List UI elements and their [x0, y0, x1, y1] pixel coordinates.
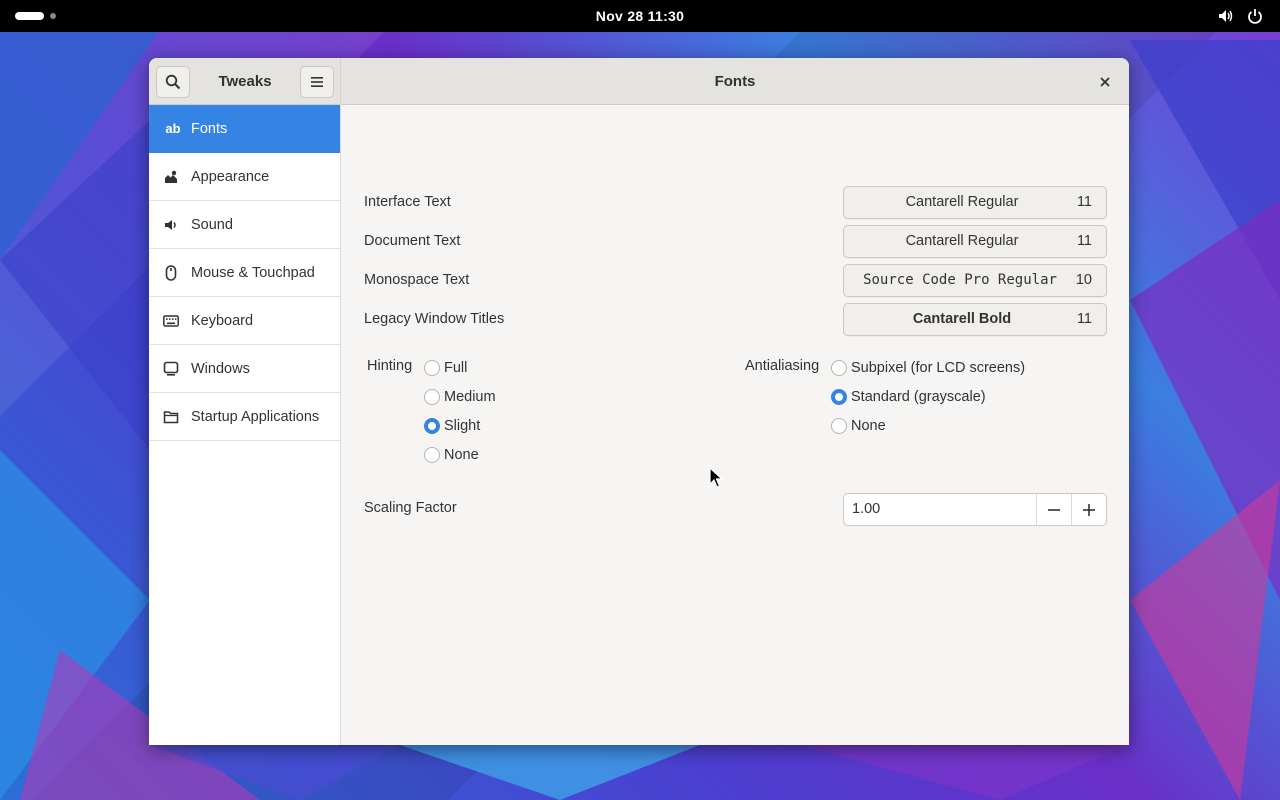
sidebar-item-keyboard[interactable]: Keyboard — [149, 297, 340, 345]
radio-label: Full — [444, 360, 468, 376]
scaling-factor-input[interactable]: 1.00 — [852, 494, 880, 525]
sidebar-item-appearance[interactable]: Appearance — [149, 153, 340, 201]
antialiasing-option-standard[interactable]: Standard (grayscale) — [831, 387, 986, 407]
sidebar-item-label: Windows — [191, 360, 250, 377]
speaker-icon — [163, 217, 179, 233]
hinting-option-none[interactable]: None — [424, 445, 479, 465]
folder-icon — [163, 409, 179, 425]
search-icon — [165, 74, 181, 90]
minus-icon — [1048, 508, 1060, 511]
document-text-font-button[interactable]: Cantarell Regular 11 — [843, 225, 1107, 258]
radio-button[interactable] — [831, 360, 847, 376]
radio-button[interactable] — [424, 447, 440, 463]
font-size: 11 — [1076, 194, 1092, 210]
top-bar: Nov 28 11:30 — [0, 0, 1280, 32]
sidebar-item-sound[interactable]: Sound — [149, 201, 340, 249]
font-size: 11 — [1076, 233, 1092, 249]
radio-button-checked[interactable] — [831, 389, 847, 405]
sidebar-item-mouse-touchpad[interactable]: Mouse & Touchpad — [149, 249, 340, 297]
mouse-icon — [163, 264, 179, 281]
radio-label: Slight — [444, 418, 481, 434]
volume-icon[interactable] — [1218, 8, 1234, 24]
font-name: Source Code Pro Regular — [863, 272, 1057, 288]
document-text-label: Document Text — [364, 233, 461, 249]
menu-button[interactable] — [300, 66, 334, 98]
sidebar-item-label: Startup Applications — [191, 408, 320, 425]
radio-button[interactable] — [424, 389, 440, 405]
sidebar: ab Fonts Appearance Sound Mouse & Touchp… — [149, 105, 341, 745]
page-title: Fonts — [714, 73, 756, 90]
header-bar: Tweaks Fonts — [149, 58, 1129, 105]
interface-text-label: Interface Text — [364, 194, 451, 210]
sidebar-item-startup-applications[interactable]: Startup Applications — [149, 393, 340, 441]
antialiasing-option-subpixel[interactable]: Subpixel (for LCD screens) — [831, 358, 1025, 378]
font-size: 11 — [1076, 311, 1092, 327]
radio-label: Standard (grayscale) — [851, 389, 986, 405]
monospace-text-label: Monospace Text — [364, 272, 470, 288]
radio-button-checked[interactable] — [424, 418, 440, 434]
hinting-option-slight[interactable]: Slight — [424, 416, 480, 436]
radio-button[interactable] — [831, 418, 847, 434]
sidebar-title: Tweaks — [218, 73, 272, 90]
hinting-label: Hinting — [367, 358, 413, 374]
sidebar-item-label: Appearance — [191, 168, 270, 185]
radio-label: None — [444, 447, 479, 463]
sidebar-item-windows[interactable]: Windows — [149, 345, 340, 393]
font-size: 10 — [1075, 272, 1092, 288]
font-icon: ab — [165, 121, 181, 136]
hinting-option-full[interactable]: Full — [424, 358, 467, 378]
close-button[interactable] — [1094, 71, 1116, 93]
decrement-button[interactable] — [1036, 494, 1071, 525]
scaling-factor-label: Scaling Factor — [364, 500, 457, 516]
antialiasing-label: Antialiasing — [745, 358, 820, 374]
sidebar-item-fonts[interactable]: ab Fonts — [149, 105, 340, 153]
font-name: Cantarell Regular — [905, 194, 1019, 210]
sidebar-item-label: Mouse & Touchpad — [191, 264, 315, 281]
radio-label: Medium — [444, 389, 496, 405]
antialiasing-option-none[interactable]: None — [831, 416, 886, 436]
sidebar-item-label: Sound — [191, 216, 233, 233]
interface-text-font-button[interactable]: Cantarell Regular 11 — [843, 186, 1107, 219]
plus-icon — [1083, 503, 1095, 516]
power-icon[interactable] — [1247, 8, 1263, 24]
appearance-icon — [163, 169, 179, 185]
font-name: Cantarell Regular — [905, 233, 1019, 249]
font-name: Cantarell Bold — [912, 311, 1012, 327]
monospace-text-font-button[interactable]: Source Code Pro Regular 10 — [843, 264, 1107, 297]
legacy-window-titles-label: Legacy Window Titles — [364, 311, 505, 327]
radio-label: Subpixel (for LCD screens) — [851, 360, 1026, 376]
close-icon — [1100, 77, 1110, 87]
window-icon — [163, 361, 179, 377]
mouse-cursor-icon — [709, 467, 723, 488]
hamburger-menu-icon — [311, 77, 323, 87]
sidebar-header: Tweaks — [149, 58, 341, 105]
scaling-factor-spinbutton: 1.00 — [843, 493, 1107, 526]
fonts-panel: Interface Text Cantarell Regular 11 Docu… — [341, 105, 1129, 745]
search-button[interactable] — [156, 66, 190, 98]
radio-label: None — [851, 418, 886, 434]
radio-button[interactable] — [424, 360, 440, 376]
increment-button[interactable] — [1071, 494, 1106, 525]
hinting-option-medium[interactable]: Medium — [424, 387, 496, 407]
keyboard-icon — [163, 313, 179, 329]
clock[interactable]: Nov 28 11:30 — [0, 0, 1280, 32]
sidebar-item-label: Fonts — [191, 120, 228, 137]
legacy-window-titles-font-button[interactable]: Cantarell Bold 11 — [843, 303, 1107, 336]
sidebar-item-label: Keyboard — [191, 312, 254, 329]
tweaks-window: Tweaks Fonts ab Fonts Appearance Sound M… — [149, 58, 1129, 745]
